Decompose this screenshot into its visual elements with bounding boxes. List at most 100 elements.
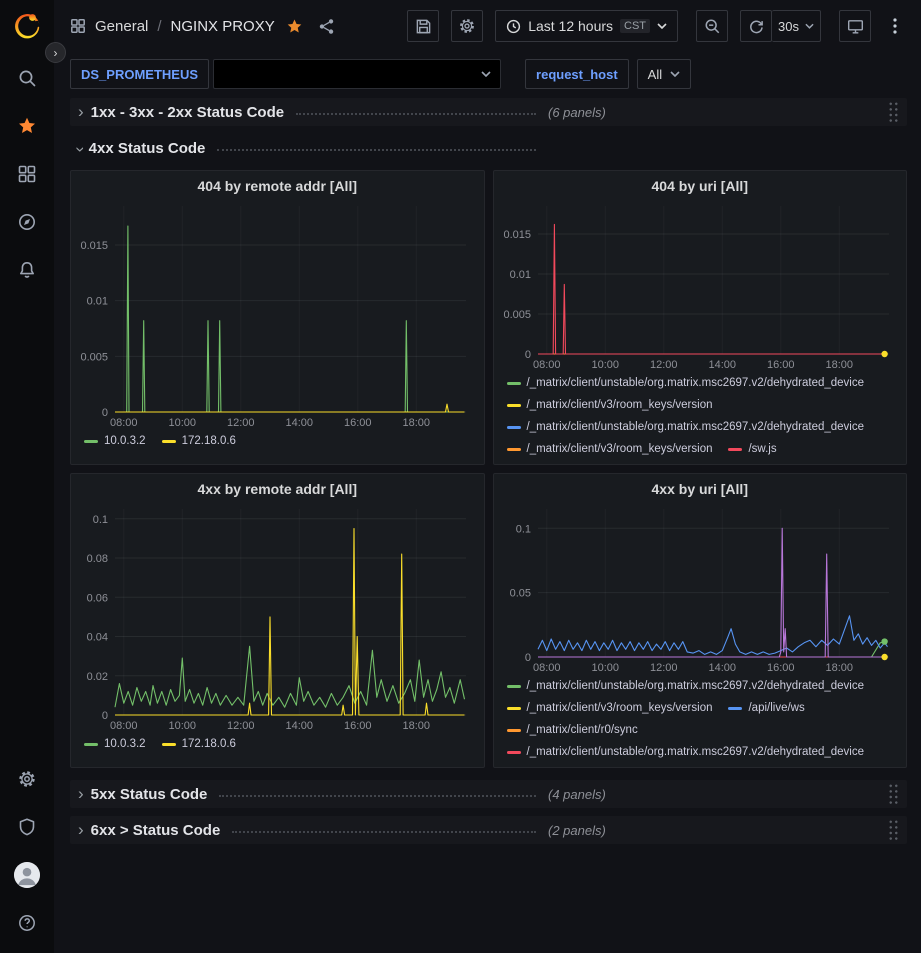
grid-icon [17, 164, 37, 184]
zoom-out-button[interactable] [696, 10, 728, 42]
legend-series-label: /api/live/ws [748, 702, 804, 714]
favorite-star-icon[interactable] [286, 18, 303, 35]
row-panel-count: (2 panels) [548, 823, 606, 838]
legend-series-label: /_matrix/client/v3/room_keys/version [527, 443, 713, 455]
legend-series-label: /_matrix/client/unstable/org.matrix.msc2… [527, 377, 865, 389]
chevron-down-icon [670, 71, 680, 77]
compass-icon [17, 212, 37, 232]
svg-text:0: 0 [102, 407, 108, 419]
svg-text:0.06: 0.06 [87, 592, 108, 604]
time-series-svg: 08:0010:0012:0014:0016:0018:0000.050.1 [502, 501, 899, 675]
row-panel-count: (6 panels) [548, 105, 606, 120]
svg-text:14:00: 14:00 [708, 359, 736, 371]
dashboard-settings-button[interactable] [451, 10, 483, 42]
chevron-down-icon [657, 23, 667, 29]
breadcrumb-section[interactable]: General [95, 18, 148, 35]
panel-title[interactable]: 404 by remote addr [All] [79, 174, 476, 198]
refresh-interval-dropdown[interactable]: 30s [772, 10, 821, 42]
legend-item[interactable]: 172.18.0.6 [162, 430, 236, 452]
sidebar-expand-button[interactable]: › [45, 42, 66, 63]
legend-item[interactable]: /_matrix/client/unstable/org.matrix.msc2… [507, 741, 865, 763]
time-series-chart[interactable]: 08:0010:0012:0014:0016:0018:0000.020.040… [79, 501, 476, 733]
breadcrumb-divider: / [157, 18, 161, 35]
chevron-right-icon: › [78, 821, 84, 838]
tv-mode-button[interactable] [839, 10, 871, 42]
time-series-svg: 08:0010:0012:0014:0016:0018:0000.0050.01… [502, 198, 899, 372]
svg-text:0.1: 0.1 [515, 523, 530, 535]
panel-title[interactable]: 404 by uri [All] [502, 174, 899, 198]
legend-item[interactable]: /sw.js [728, 438, 776, 460]
legend-item[interactable]: /_matrix/client/v3/room_keys/version [507, 438, 713, 460]
svg-text:16:00: 16:00 [767, 662, 795, 674]
datasource-variable-select[interactable] [213, 59, 501, 89]
legend-series-label: /_matrix/client/r0/sync [527, 724, 638, 736]
legend-series-swatch [728, 707, 742, 710]
dashboard-title[interactable]: NGINX PROXY [171, 18, 275, 35]
svg-text:0.04: 0.04 [87, 632, 108, 644]
legend-item[interactable]: 10.0.3.2 [84, 733, 146, 755]
panel-legend: /_matrix/client/unstable/org.matrix.msc2… [502, 675, 899, 763]
refresh-button[interactable] [740, 10, 772, 42]
svg-text:0.05: 0.05 [509, 588, 530, 600]
sidebar-item-dashboards[interactable] [5, 150, 49, 198]
drag-handle[interactable] [888, 819, 899, 841]
time-series-chart[interactable]: 08:0010:0012:0014:0016:0018:0000.0050.01… [79, 198, 476, 430]
sidebar-item-starred[interactable] [5, 102, 49, 150]
sidebar-item-search[interactable] [5, 54, 49, 102]
time-series-chart[interactable]: 08:0010:0012:0014:0016:0018:0000.050.1 [502, 501, 899, 675]
legend-item[interactable]: /_matrix/client/r0/sync [507, 719, 638, 741]
time-range-picker[interactable]: Last 12 hours CST [495, 10, 678, 42]
star-icon [17, 116, 37, 136]
legend-item[interactable]: 172.18.0.6 [162, 733, 236, 755]
sidebar-item-server-admin[interactable] [5, 803, 49, 851]
datasource-variable-label[interactable]: DS_PROMETHEUS [70, 59, 209, 89]
svg-text:0.015: 0.015 [80, 240, 108, 252]
svg-text:08:00: 08:00 [533, 662, 561, 674]
grafana-logo-icon[interactable] [11, 10, 43, 42]
sidebar-item-profile[interactable] [5, 851, 49, 899]
svg-text:0.08: 0.08 [87, 553, 108, 565]
legend-item[interactable]: /_matrix/client/unstable/org.matrix.msc2… [507, 372, 865, 394]
legend-item[interactable]: /api/live/ws [728, 697, 804, 719]
request-host-variable-label[interactable]: request_host [525, 59, 629, 89]
legend-series-label: /_matrix/client/v3/room_keys/version [527, 399, 713, 411]
row-1xx-3xx-2xx-status-code[interactable]: › 1xx - 3xx - 2xx Status Code (6 panels) [70, 98, 907, 126]
legend-series-label: /_matrix/client/unstable/org.matrix.msc2… [527, 680, 865, 692]
row-6xx-status-code[interactable]: › 6xx > Status Code (2 panels) [70, 816, 907, 844]
sidebar-item-configuration[interactable] [5, 755, 49, 803]
variables-bar: DS_PROMETHEUS request_host All [54, 52, 921, 98]
svg-text:0.01: 0.01 [87, 296, 108, 308]
svg-text:0.005: 0.005 [80, 351, 108, 363]
row-5xx-status-code[interactable]: › 5xx Status Code (4 panels) [70, 780, 907, 808]
shield-icon [17, 817, 37, 837]
drag-handle[interactable] [888, 101, 899, 123]
legend-item[interactable]: /_matrix/client/unstable/org.matrix.msc2… [507, 675, 865, 697]
svg-text:12:00: 12:00 [227, 417, 255, 429]
more-options-button[interactable] [883, 10, 907, 42]
row-4xx-status-code[interactable]: › 4xx Status Code [70, 134, 907, 162]
legend-series-label: 172.18.0.6 [182, 435, 236, 447]
save-dashboard-button[interactable] [407, 10, 439, 42]
legend-item[interactable]: 10.0.3.2 [84, 430, 146, 452]
row-title: 4xx Status Code [89, 140, 206, 157]
panel-title[interactable]: 4xx by remote addr [All] [79, 477, 476, 501]
row-lead: › 5xx Status Code [70, 785, 540, 804]
request-host-variable-select[interactable]: All [637, 59, 691, 89]
sidebar-item-help[interactable] [5, 899, 49, 947]
sidebar-item-explore[interactable] [5, 198, 49, 246]
panel-title[interactable]: 4xx by uri [All] [502, 477, 899, 501]
legend-series-swatch [507, 707, 521, 710]
sidebar-item-alerting[interactable] [5, 246, 49, 294]
share-icon[interactable] [318, 18, 335, 35]
dotted-leader [219, 795, 536, 797]
legend-item[interactable]: /_matrix/client/unstable/org.matrix.msc2… [507, 416, 865, 438]
svg-text:14:00: 14:00 [286, 720, 314, 732]
time-series-svg: 08:0010:0012:0014:0016:0018:0000.0050.01… [79, 198, 476, 430]
time-series-chart[interactable]: 08:0010:0012:0014:0016:0018:0000.0050.01… [502, 198, 899, 372]
svg-text:0.015: 0.015 [503, 229, 531, 241]
zoom-out-icon [704, 18, 721, 35]
legend-series-swatch [162, 743, 176, 746]
legend-item[interactable]: /_matrix/client/v3/room_keys/version [507, 697, 713, 719]
drag-handle[interactable] [888, 783, 899, 805]
legend-item[interactable]: /_matrix/client/v3/room_keys/version [507, 394, 713, 416]
